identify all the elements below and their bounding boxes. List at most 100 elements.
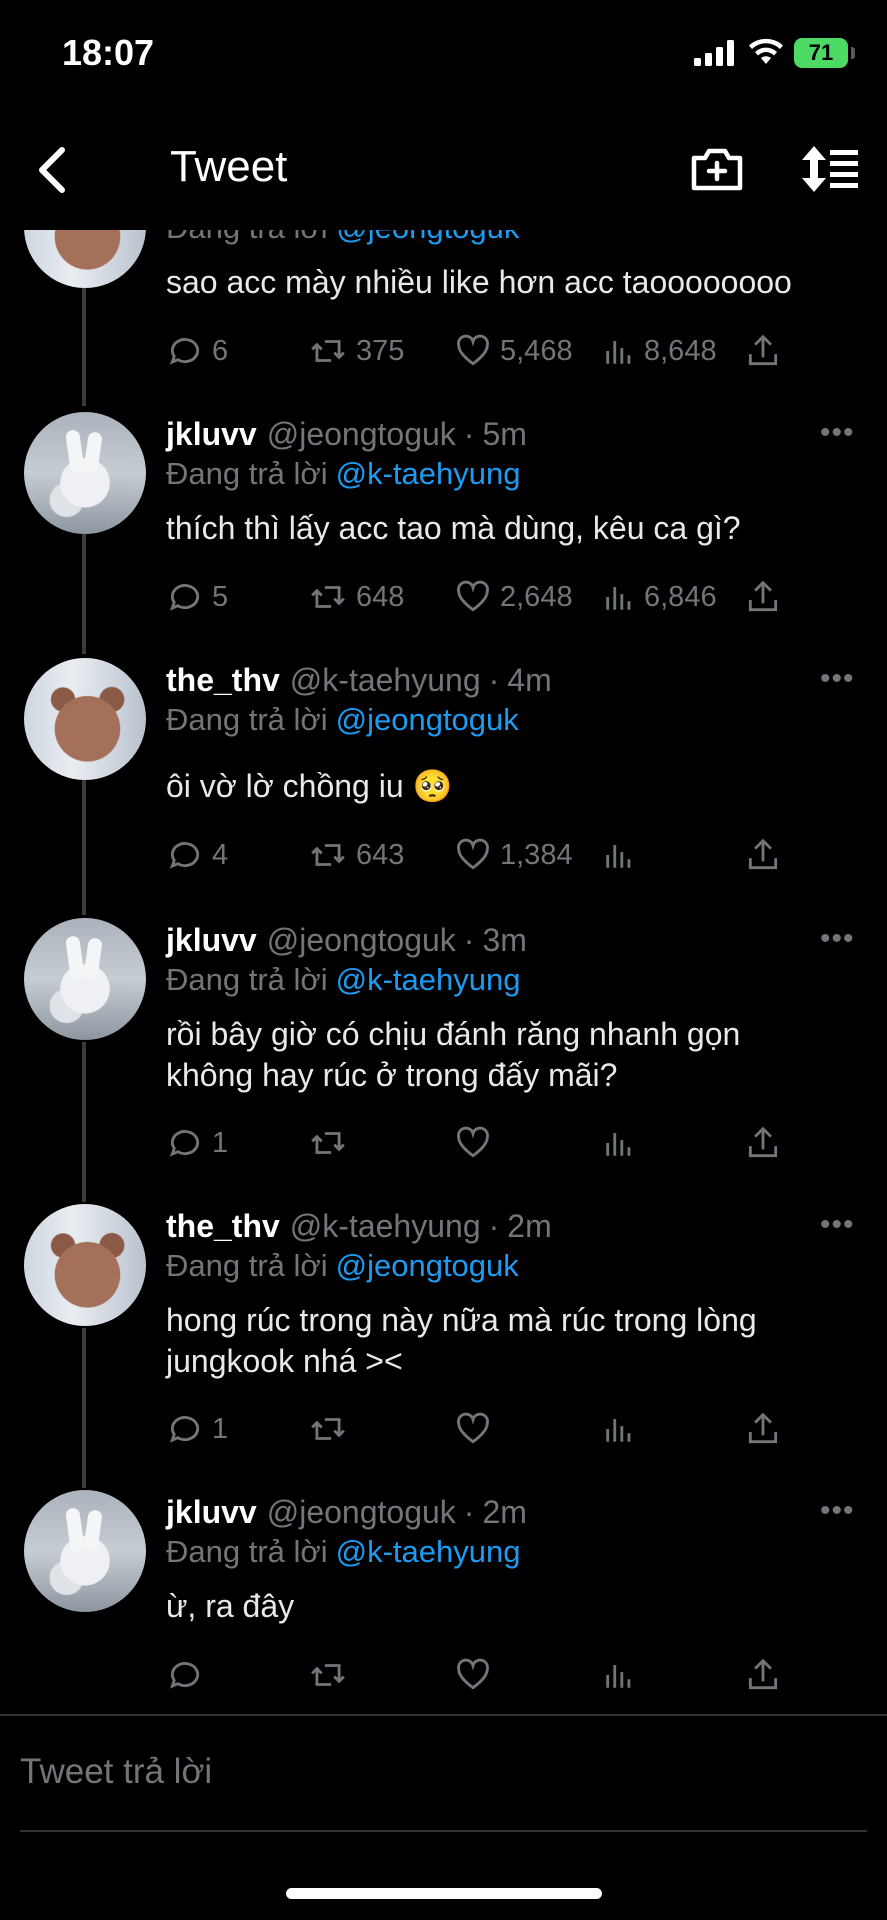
reply-button[interactable]: 5 bbox=[166, 578, 228, 616]
avatar[interactable] bbox=[24, 658, 146, 780]
share-icon bbox=[748, 838, 778, 870]
retweet-icon bbox=[311, 1418, 345, 1440]
battery-level: 71 bbox=[808, 40, 834, 65]
tweet-time: 4m bbox=[507, 662, 552, 698]
reply-button[interactable] bbox=[166, 1656, 204, 1694]
reply-button[interactable]: 1 bbox=[166, 1124, 228, 1162]
retweet-count: 375 bbox=[356, 334, 405, 367]
reply-count: 1 bbox=[212, 1412, 229, 1445]
like-button[interactable]: 2,648 bbox=[454, 578, 573, 616]
heart-icon bbox=[457, 1658, 489, 1690]
mention-link[interactable]: @k-taehyung bbox=[336, 962, 521, 997]
share-button[interactable] bbox=[744, 836, 782, 874]
tweet-text: ừ, ra đây bbox=[166, 1588, 295, 1624]
avatar[interactable] bbox=[24, 1204, 146, 1326]
heart-icon bbox=[457, 334, 489, 366]
views-button[interactable] bbox=[602, 1656, 636, 1694]
like-button[interactable] bbox=[454, 1410, 492, 1448]
views-button[interactable] bbox=[602, 836, 636, 874]
thread-connector bbox=[82, 1042, 86, 1202]
views-icon bbox=[606, 587, 631, 610]
reply-icon bbox=[169, 1130, 200, 1157]
mention-link[interactable]: @jeongtoguk bbox=[336, 1248, 519, 1283]
reply-button[interactable]: 1 bbox=[166, 1410, 228, 1448]
share-button[interactable] bbox=[744, 578, 782, 616]
user-handle[interactable]: @jeongtoguk bbox=[267, 1494, 456, 1530]
tweet-header: the_thv @k-taehyung · 2m bbox=[166, 1208, 552, 1245]
more-options-button[interactable]: ••• bbox=[820, 922, 855, 956]
sort-icon[interactable] bbox=[800, 144, 860, 194]
chevron-left-icon[interactable] bbox=[30, 142, 78, 198]
display-name[interactable]: the_thv bbox=[166, 1208, 280, 1244]
more-options-button[interactable]: ••• bbox=[820, 416, 855, 450]
like-button[interactable] bbox=[454, 1656, 492, 1694]
retweet-button[interactable] bbox=[308, 1656, 348, 1694]
more-options-button[interactable]: ••• bbox=[820, 1208, 855, 1242]
battery-icon: 71 bbox=[794, 38, 848, 68]
mention-link[interactable]: @k-taehyung bbox=[336, 456, 521, 491]
replying-to: Đang trả lời @jeongtoguk bbox=[166, 1248, 519, 1283]
retweet-icon bbox=[311, 586, 345, 608]
tweet-time-sep: · bbox=[463, 416, 475, 452]
more-options-button[interactable]: ••• bbox=[820, 1494, 855, 1528]
user-handle[interactable]: @jeongtoguk bbox=[267, 416, 456, 452]
like-button[interactable]: 1,384 bbox=[454, 836, 573, 874]
like-button[interactable]: 5,468 bbox=[454, 332, 573, 370]
reply-button[interactable]: 6 bbox=[166, 332, 228, 370]
nav-header: Tweet bbox=[0, 120, 887, 220]
status-bar-overlay: 18:07 71 bbox=[0, 0, 887, 110]
user-handle[interactable]: @k-taehyung bbox=[290, 662, 481, 698]
heart-icon bbox=[457, 580, 489, 612]
like-button[interactable] bbox=[454, 1124, 492, 1162]
views-icon bbox=[606, 1133, 631, 1156]
composer-divider bbox=[0, 1714, 887, 1716]
composer-underline bbox=[20, 1830, 867, 1832]
share-button[interactable] bbox=[744, 332, 782, 370]
display-name[interactable]: jkluvv bbox=[166, 922, 257, 958]
tweet-text: hong rúc trong này nữa mà rúc trong lòng… bbox=[166, 1302, 757, 1379]
display-name[interactable]: jkluvv bbox=[166, 416, 257, 452]
retweet-button[interactable] bbox=[308, 1124, 348, 1162]
reply-input[interactable]: Tweet trả lời bbox=[20, 1752, 212, 1792]
wifi-icon bbox=[749, 38, 783, 64]
reply-icon bbox=[169, 842, 200, 869]
tweet-time: 2m bbox=[507, 1208, 552, 1244]
home-indicator[interactable] bbox=[286, 1888, 602, 1899]
view-count: 8,648 bbox=[644, 334, 717, 367]
mention-link[interactable]: @jeongtoguk bbox=[336, 702, 519, 737]
heart-icon bbox=[457, 1412, 489, 1444]
mention-link[interactable]: @k-taehyung bbox=[336, 1534, 521, 1569]
display-name[interactable]: jkluvv bbox=[166, 1494, 257, 1530]
views-icon bbox=[606, 341, 631, 364]
tweet-time-sep: · bbox=[463, 1494, 475, 1530]
share-button[interactable] bbox=[744, 1410, 782, 1448]
user-handle[interactable]: @jeongtoguk bbox=[267, 922, 456, 958]
heart-icon bbox=[457, 838, 489, 870]
thread-connector bbox=[82, 534, 86, 654]
retweet-button[interactable]: 643 bbox=[308, 836, 404, 874]
views-button[interactable]: 6,846 bbox=[602, 578, 717, 616]
share-button[interactable] bbox=[744, 1656, 782, 1694]
views-button[interactable] bbox=[602, 1410, 636, 1448]
user-handle[interactable]: @k-taehyung bbox=[290, 1208, 481, 1244]
heart-icon bbox=[457, 1126, 489, 1158]
display-name[interactable]: the_thv bbox=[166, 662, 280, 698]
reply-count: 6 bbox=[212, 334, 229, 367]
camera-plus-icon[interactable] bbox=[690, 144, 744, 194]
share-button[interactable] bbox=[744, 1124, 782, 1162]
retweet-button[interactable]: 375 bbox=[308, 332, 404, 370]
replying-to: Đang trả lời @k-taehyung bbox=[166, 962, 521, 997]
avatar[interactable] bbox=[24, 918, 146, 1040]
more-options-button[interactable]: ••• bbox=[820, 662, 855, 696]
views-button[interactable]: 8,648 bbox=[602, 332, 717, 370]
views-icon bbox=[606, 1419, 631, 1442]
avatar[interactable] bbox=[24, 1490, 146, 1612]
avatar[interactable] bbox=[24, 412, 146, 534]
replying-to: Đang trả lời @jeongtoguk bbox=[166, 702, 519, 737]
retweet-button[interactable]: 648 bbox=[308, 578, 404, 616]
retweet-button[interactable] bbox=[308, 1410, 348, 1448]
like-count: 5,468 bbox=[500, 334, 573, 367]
views-button[interactable] bbox=[602, 1124, 636, 1162]
reply-button[interactable]: 4 bbox=[166, 836, 228, 874]
share-icon bbox=[748, 1658, 778, 1690]
